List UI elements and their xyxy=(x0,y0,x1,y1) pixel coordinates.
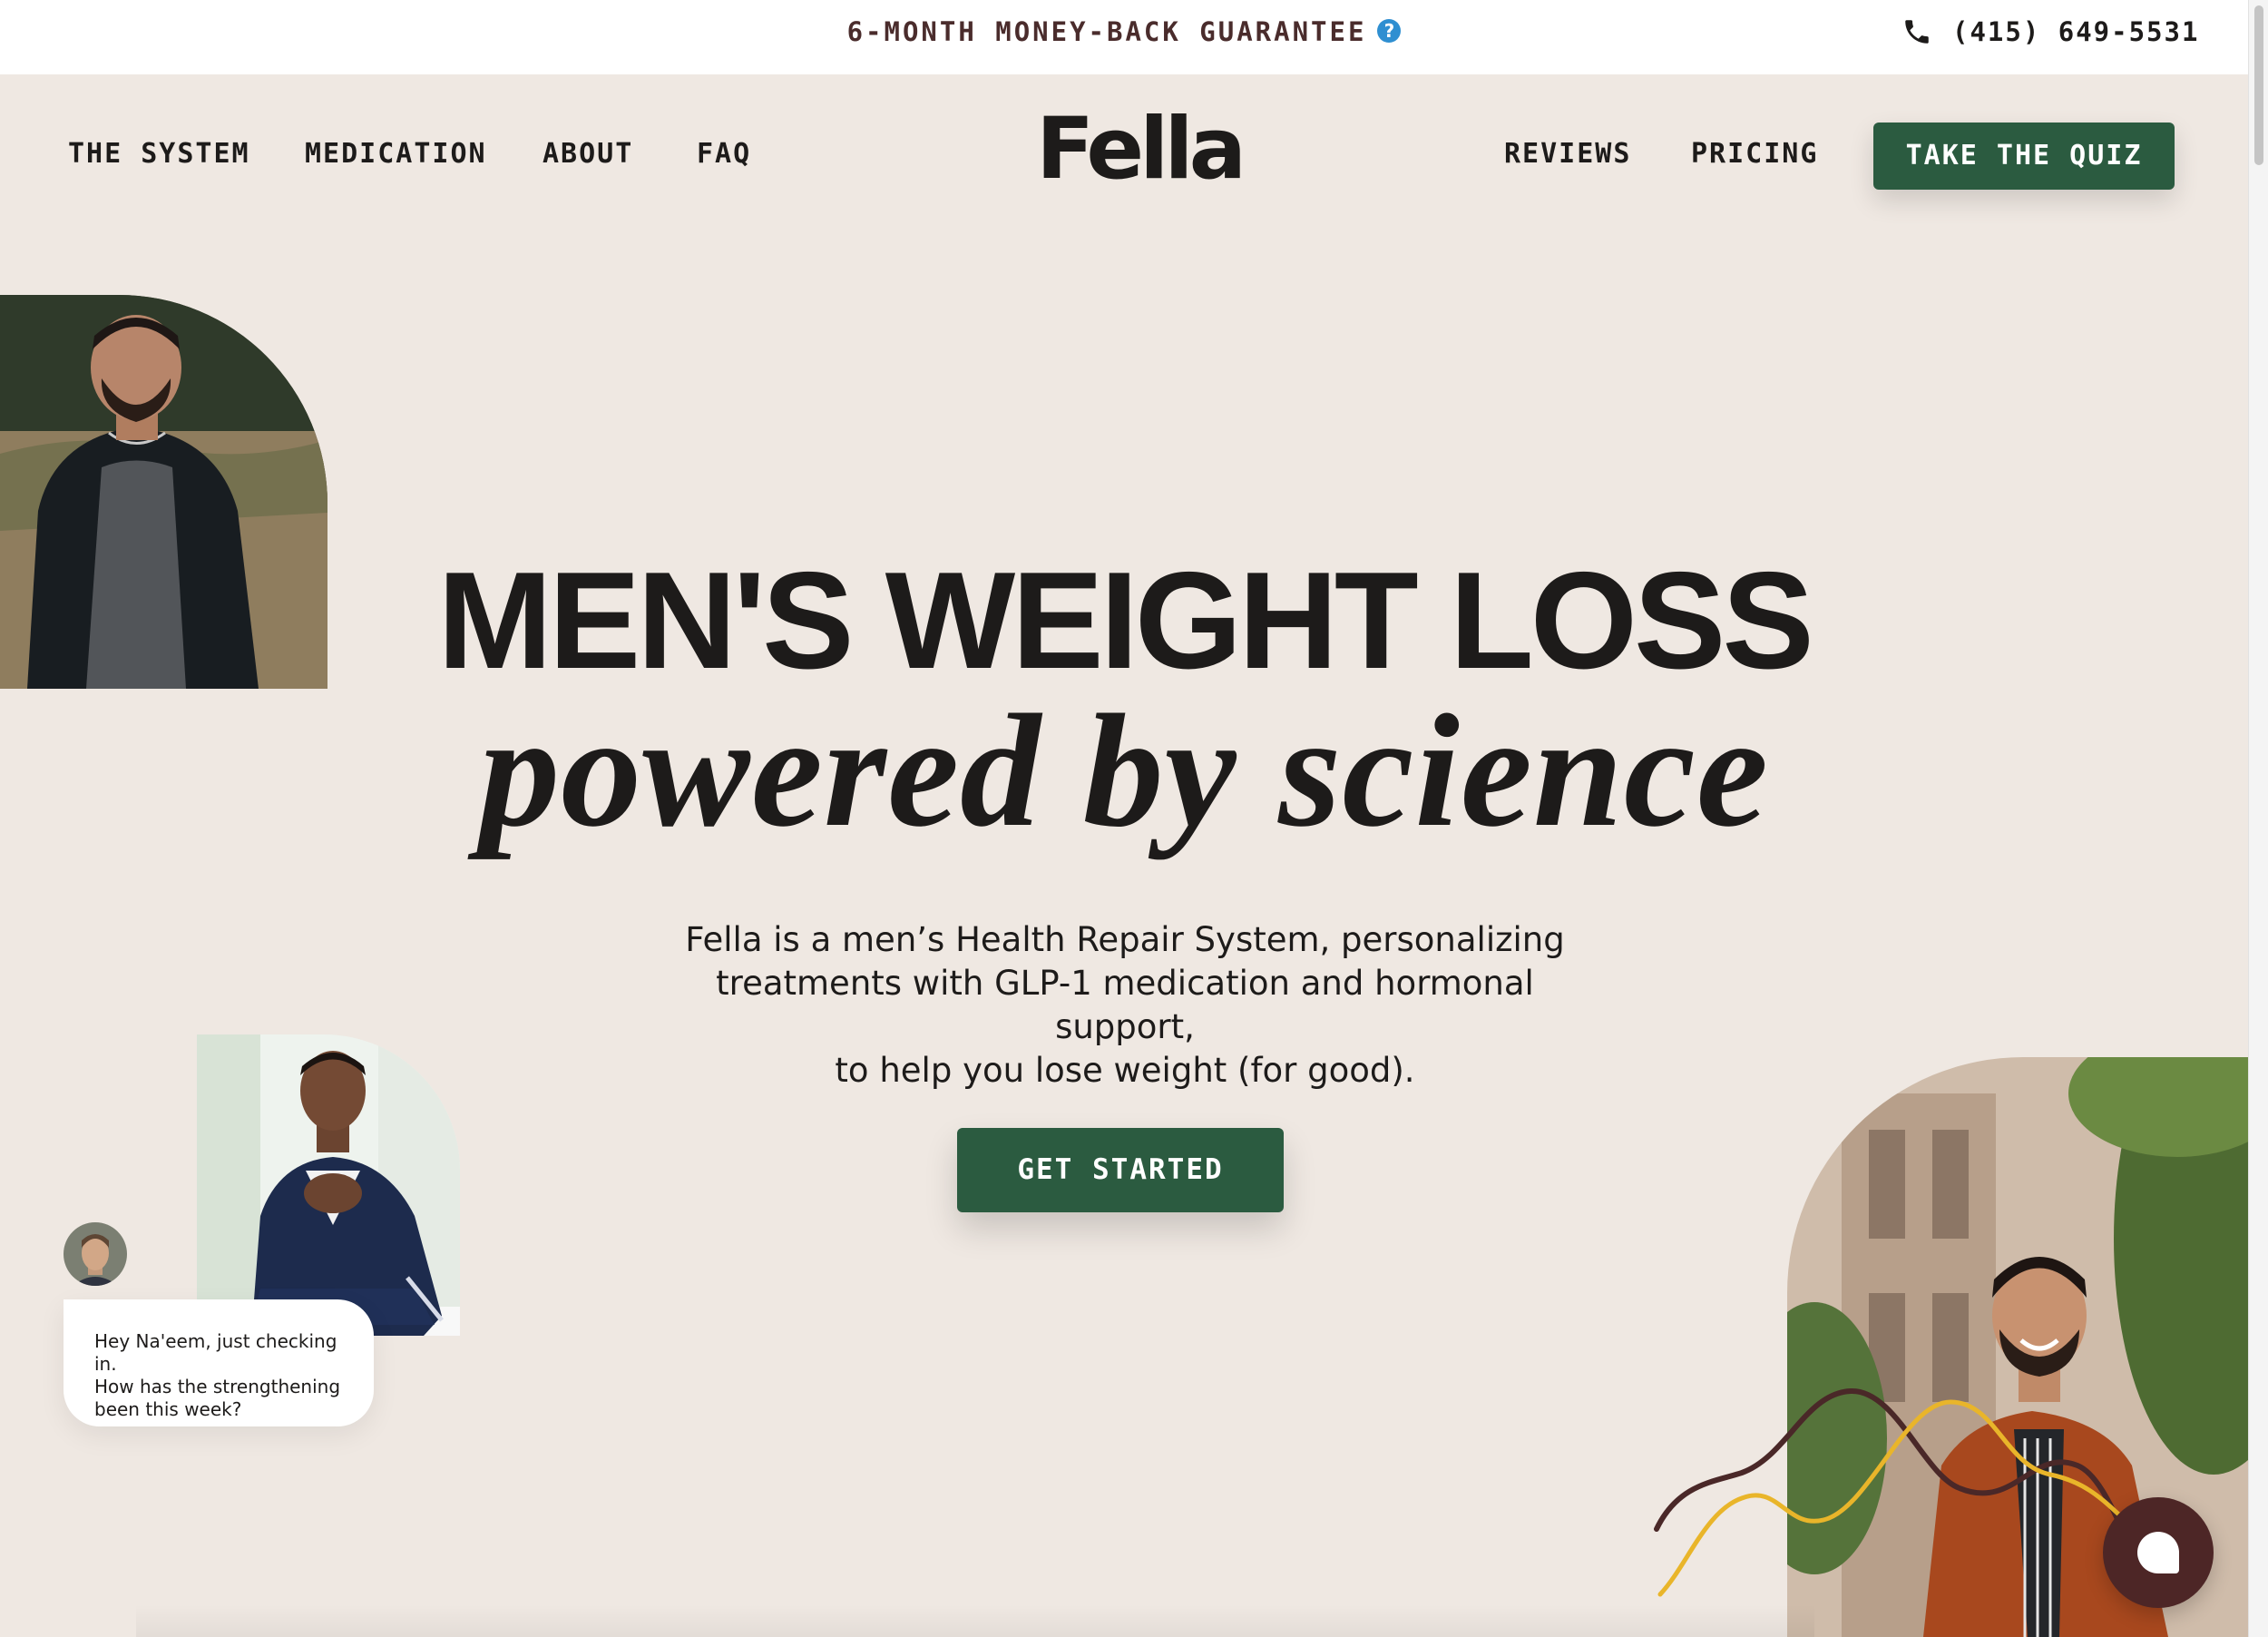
scrollbar-thumb[interactable] xyxy=(2254,5,2263,165)
section-edge-shadow xyxy=(136,1604,1814,1637)
coach-avatar xyxy=(64,1222,127,1286)
guarantee-text[interactable]: 6-MONTH MONEY-BACK GUARANTEE xyxy=(847,16,1367,47)
get-started-button[interactable]: GET STARTED xyxy=(957,1128,1284,1212)
phone-icon xyxy=(1905,20,1929,44)
coach-message-bubble: Hey Na'eem, just checking in. How has th… xyxy=(64,1299,374,1426)
hero-title: MEN'S WEIGHT LOSS xyxy=(437,544,1814,698)
hero-subtitle: powered by science xyxy=(479,681,1769,860)
message-line: Hey Na'eem, just checking in. xyxy=(94,1330,337,1375)
question-circle-icon[interactable]: ? xyxy=(1377,19,1402,43)
nav-pricing[interactable]: PRICING xyxy=(1691,138,1818,170)
message-line: been this week? xyxy=(94,1398,242,1420)
announcement-bar: 6-MONTH MONEY-BACK GUARANTEE? (415) 649-… xyxy=(0,0,2248,74)
chat-bubble-icon xyxy=(2137,1532,2179,1573)
phone-number[interactable]: (415) 649-5531 xyxy=(1952,16,2199,47)
hero-description: Fella is a men’s Health Repair System, p… xyxy=(653,918,1597,1093)
nav-reviews[interactable]: REVIEWS xyxy=(1504,138,1631,170)
nav-the-system[interactable]: THE SYSTEM xyxy=(68,138,250,170)
hero-description-line: Fella is a men’s Health Repair System, p… xyxy=(685,920,1565,959)
nav-medication[interactable]: MEDICATION xyxy=(305,138,487,170)
decorative-squiggle-lines xyxy=(1654,1387,2141,1597)
nav-about[interactable]: ABOUT xyxy=(543,138,633,170)
hero-description-line: treatments with GLP-1 medication and hor… xyxy=(716,964,1534,1046)
hero-description-line: to help you lose weight (for good). xyxy=(835,1051,1415,1090)
fella-logo[interactable]: Fella xyxy=(1036,107,1246,192)
page-scrollbar[interactable] xyxy=(2248,0,2268,1637)
message-line: How has the strengthening xyxy=(94,1376,341,1397)
take-quiz-button[interactable]: TAKE THE QUIZ xyxy=(1873,123,2175,190)
chat-widget-button[interactable] xyxy=(2103,1497,2214,1608)
nav-faq[interactable]: FAQ xyxy=(697,138,751,170)
phone-link[interactable]: (415) 649-5531 xyxy=(1901,16,2199,47)
hero-photo-man-tracksuit xyxy=(197,1034,460,1336)
